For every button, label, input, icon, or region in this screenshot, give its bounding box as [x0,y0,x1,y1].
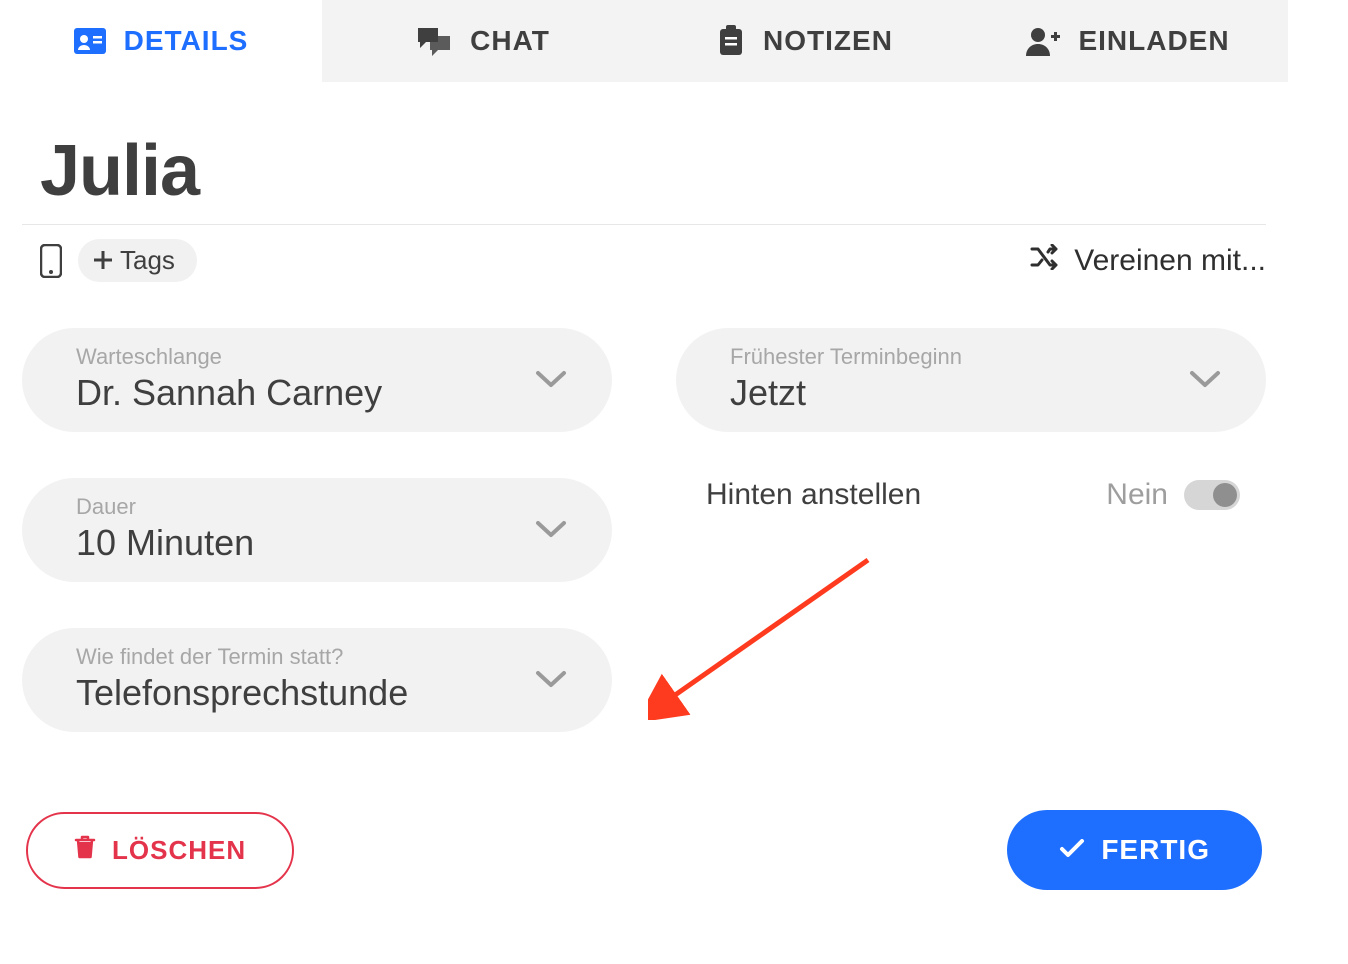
subrow: Tags Vereinen mit... [22,225,1266,292]
queue-select[interactable]: Warteschlange Dr. Sannah Carney [22,328,612,432]
check-icon [1059,834,1085,866]
chevron-down-icon [534,369,568,389]
mode-select[interactable]: Wie findet der Termin statt? Telefonspre… [22,628,612,732]
toggle-back-value: Nein [1106,478,1168,512]
plus-icon [94,245,112,276]
tab-chat-label: CHAT [470,25,550,57]
chevron-down-icon [1188,369,1222,389]
add-tags-button[interactable]: Tags [78,239,197,282]
mobile-icon [40,244,62,278]
tab-notes-label: NOTIZEN [763,25,893,57]
mode-value: Telefonsprechstunde [76,672,408,714]
mode-label: Wie findet der Termin statt? [76,644,408,670]
merge-button[interactable]: Vereinen mit... [1030,244,1266,278]
earliest-label: Frühester Terminbeginn [730,344,962,370]
tab-chat[interactable]: CHAT [322,0,644,82]
chat-icon [416,26,452,56]
tab-details[interactable]: DETAILS [0,0,322,82]
toggle-back-row: Hinten anstellen Nein [676,478,1266,512]
earliest-select[interactable]: Frühester Terminbeginn Jetzt [676,328,1266,432]
tabbar: DETAILS CHAT NOTIZEN EINLADEN [0,0,1288,82]
delete-button-label: LÖSCHEN [112,835,246,866]
queue-value: Dr. Sannah Carney [76,372,382,414]
tab-invite-label: EINLADEN [1078,25,1229,57]
done-button[interactable]: FERTIG [1007,810,1262,890]
toggle-back-label: Hinten anstellen [706,478,921,512]
user-plus-icon [1024,26,1060,56]
done-button-label: FERTIG [1101,834,1210,866]
chevron-down-icon [534,669,568,689]
id-card-icon [74,28,106,54]
duration-select[interactable]: Dauer 10 Minuten [22,478,612,582]
patient-name: Julia [22,130,1266,212]
shuffle-icon [1030,244,1062,278]
trash-icon [74,834,96,867]
tab-notes[interactable]: NOTIZEN [644,0,966,82]
clipboard-icon [717,25,745,57]
merge-label: Vereinen mit... [1074,244,1266,278]
delete-button[interactable]: LÖSCHEN [26,812,294,889]
earliest-value: Jetzt [730,372,962,414]
queue-label: Warteschlange [76,344,382,370]
tags-button-label: Tags [120,245,175,276]
toggle-back-switch[interactable] [1184,480,1240,510]
duration-label: Dauer [76,494,254,520]
tab-invite[interactable]: EINLADEN [966,0,1288,82]
duration-value: 10 Minuten [76,522,254,564]
chevron-down-icon [534,519,568,539]
tab-details-label: DETAILS [124,25,249,57]
